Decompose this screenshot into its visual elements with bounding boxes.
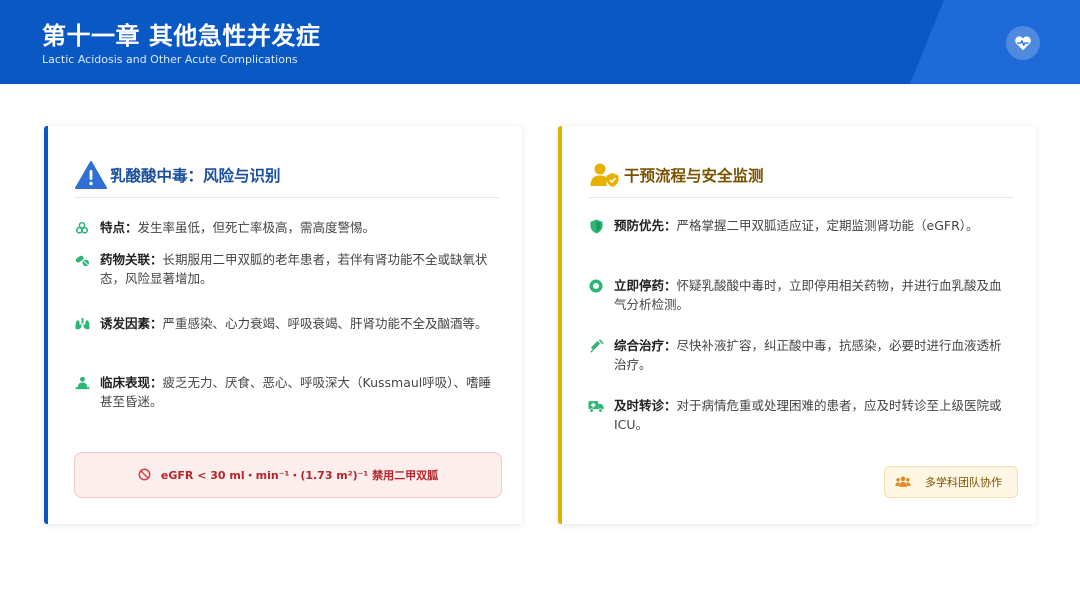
item-text: 预防优先：严格掌握二甲双胍适应证，定期监测肾功能（eGFR）。 xyxy=(614,218,979,233)
item-text: 诱发因素：严重感染、心力衰竭、呼吸衰竭、肝肾功能不全及酗酒等。 xyxy=(100,316,488,331)
list-item: 综合治疗：尽快补液扩容，纠正酸中毒，抗感染，必要时进行血液透析治疗。 xyxy=(588,336,1014,374)
syringe-icon xyxy=(588,338,604,354)
team-collaboration-badge: 多学科团队协作 xyxy=(884,466,1018,498)
card-title: 干预流程与安全监测 xyxy=(624,166,764,185)
list-item: 诱发因素：严重感染、心力衰竭、呼吸衰竭、肝肾功能不全及酗酒等。 xyxy=(74,314,500,333)
page-subtitle: Lactic Acidosis and Other Acute Complica… xyxy=(42,53,298,66)
patient-icon xyxy=(74,375,90,391)
list-item: 药物关联：长期服用二甲双胍的老年患者，若伴有肾功能不全或缺氧状态，风险显著增加。 xyxy=(74,250,500,288)
risk-identification-card: 乳酸酸中毒：风险与识别 特点：发生率虽低，但死亡率极高，需高度警惕。 药物关联：… xyxy=(44,126,522,524)
item-text: 及时转诊：对于病情危重或处理困难的患者，应及时转诊至上级医院或ICU。 xyxy=(614,398,1002,432)
pills-icon xyxy=(74,252,90,268)
intervention-card: 干预流程与安全监测 预防优先：严格掌握二甲双胍适应证，定期监测肾功能（eGFR）… xyxy=(558,126,1036,524)
item-text: 特点：发生率虽低，但死亡率极高，需高度警惕。 xyxy=(100,220,376,235)
heart-pulse-icon xyxy=(1006,26,1040,60)
card-header: 干预流程与安全监测 xyxy=(588,152,1014,198)
page-title: 第十一章 其他急性并发症 xyxy=(42,22,321,50)
header-accent-stripe xyxy=(910,0,1080,84)
list-item: 预防优先：严格掌握二甲双胍适应证，定期监测肾功能（eGFR）。 xyxy=(588,216,1014,235)
item-text: 立即停药：怀疑乳酸酸中毒时，立即停用相关药物，并进行血乳酸及血气分析检测。 xyxy=(614,278,1002,312)
lungs-icon xyxy=(74,316,90,332)
card-header: 乳酸酸中毒：风险与识别 xyxy=(74,152,500,198)
card-title: 乳酸酸中毒：风险与识别 xyxy=(110,166,281,185)
list-item: 立即停药：怀疑乳酸酸中毒时，立即停用相关药物，并进行血乳酸及血气分析检测。 xyxy=(588,276,1014,314)
stop-circle-icon xyxy=(588,278,604,294)
title-bar: 第十一章 其他急性并发症 Lactic Acidosis and Other A… xyxy=(0,0,1080,84)
alert-text: eGFR < 30 ml・min⁻¹・(1.73 m²)⁻¹ 禁用二甲双胍 xyxy=(160,469,439,482)
ambulance-icon xyxy=(588,398,604,414)
list-item: 临床表现：疲乏无力、厌食、恶心、呼吸深大（Kussmaul呼吸）、嗜睡甚至昏迷。 xyxy=(74,373,500,411)
item-text: 综合治疗：尽快补液扩容，纠正酸中毒，抗感染，必要时进行血液透析治疗。 xyxy=(614,338,1002,372)
warning-triangle-icon xyxy=(74,158,108,192)
list-item: 及时转诊：对于病情危重或处理困难的患者，应及时转诊至上级医院或ICU。 xyxy=(588,396,1014,434)
contraindication-alert: eGFR < 30 ml・min⁻¹・(1.73 m²)⁻¹ 禁用二甲双胍 xyxy=(74,452,502,498)
list-item: 特点：发生率虽低，但死亡率极高，需高度警惕。 xyxy=(74,218,500,237)
item-text: 临床表现：疲乏无力、厌食、恶心、呼吸深大（Kussmaul呼吸）、嗜睡甚至昏迷。 xyxy=(100,375,492,409)
user-shield-icon xyxy=(588,158,622,192)
biohazard-icon xyxy=(74,220,90,236)
item-text: 药物关联：长期服用二甲双胍的老年患者，若伴有肾功能不全或缺氧状态，风险显著增加。 xyxy=(100,252,488,286)
team-label: 多学科团队协作 xyxy=(925,476,1002,489)
ban-icon xyxy=(138,466,151,485)
shield-icon xyxy=(588,218,604,234)
team-icon xyxy=(895,473,911,492)
